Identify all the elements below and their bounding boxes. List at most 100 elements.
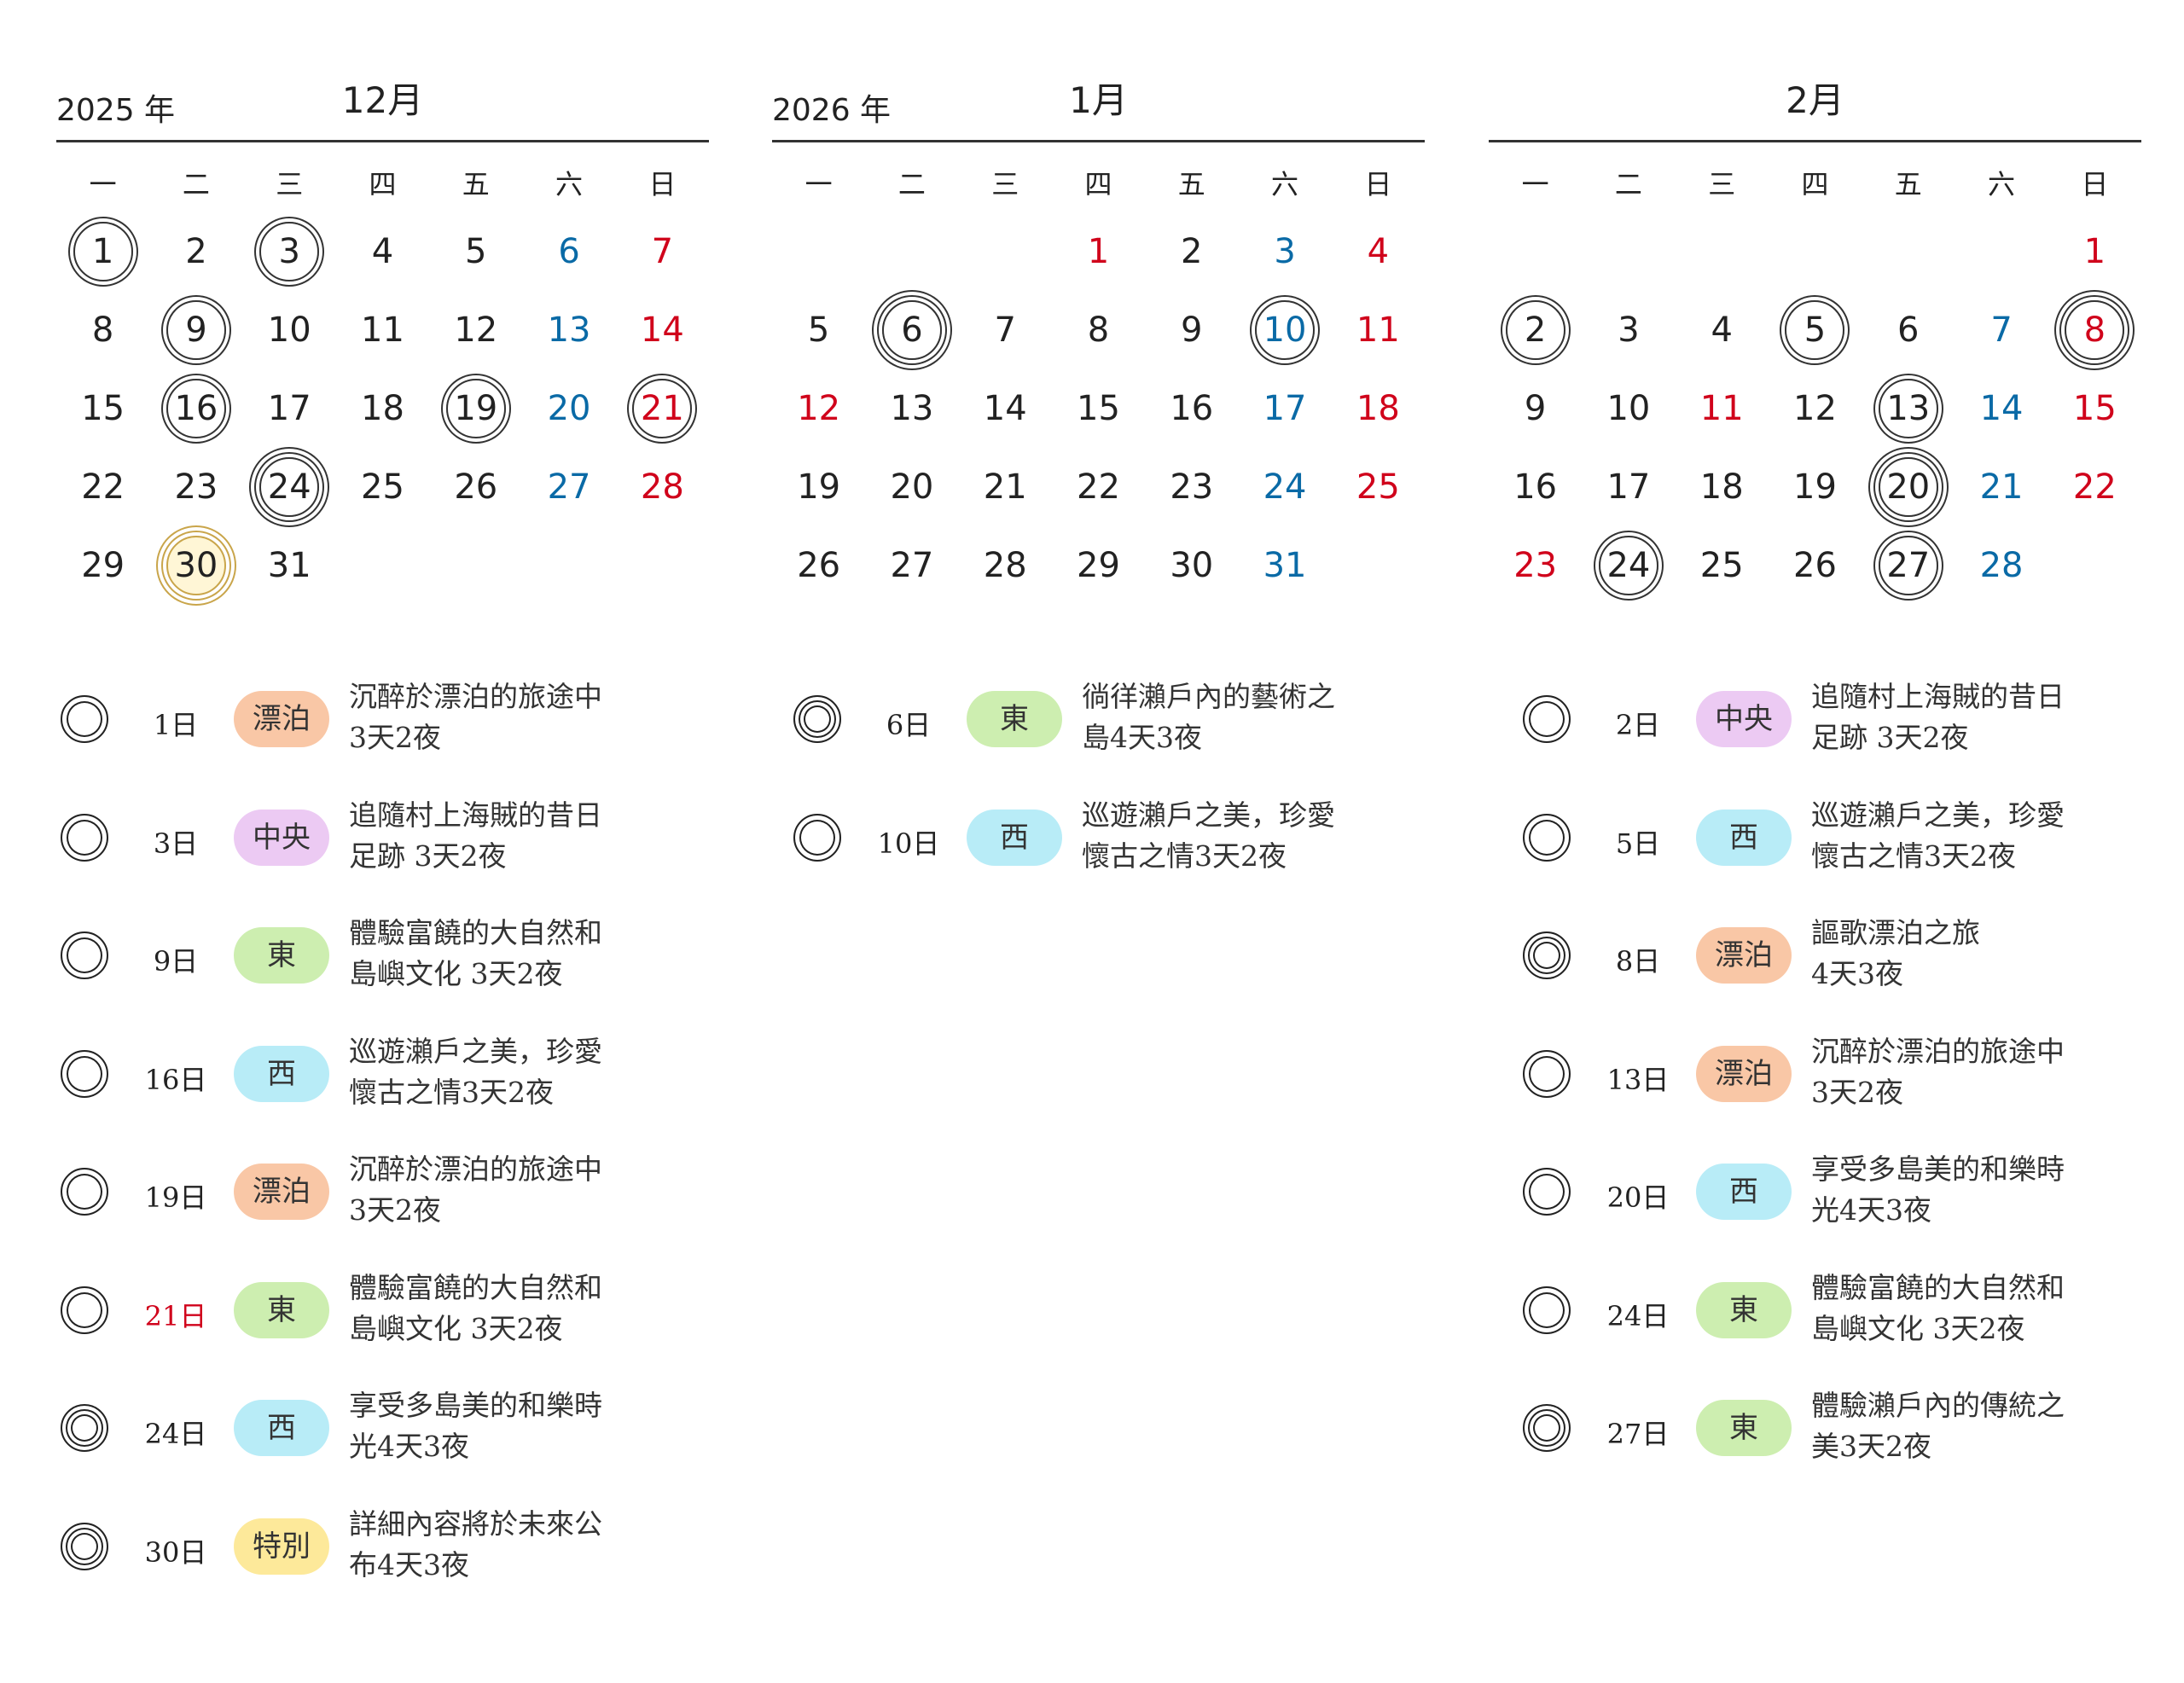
calendar-day[interactable]: 15 [1052, 369, 1145, 448]
calendar-day[interactable]: 1 [56, 212, 149, 291]
calendar-day[interactable]: 28 [616, 448, 709, 526]
calendar-day[interactable]: 27 [522, 448, 615, 526]
calendar-day[interactable]: 23 [1145, 448, 1238, 526]
calendar-day[interactable]: 2 [1145, 212, 1238, 291]
calendar-day[interactable]: 10 [243, 291, 336, 369]
calendar-day[interactable]: 11 [1676, 369, 1769, 448]
calendar-day[interactable]: 22 [1052, 448, 1145, 526]
calendar-day[interactable]: 5 [1769, 291, 1862, 369]
calendar-day[interactable]: 8 [56, 291, 149, 369]
calendar-day[interactable]: 8 [2048, 291, 2141, 369]
calendar-day[interactable]: 23 [1489, 526, 1582, 605]
calendar-day[interactable]: 20 [1862, 448, 1955, 526]
calendar-day[interactable]: 17 [243, 369, 336, 448]
calendar-day[interactable]: 24 [243, 448, 336, 526]
calendar-day[interactable]: 1 [1052, 212, 1145, 291]
calendar-day[interactable]: 28 [959, 526, 1052, 605]
event-item[interactable]: 13日 漂泊 沉醉於漂泊的旅途中 3天2夜 [1519, 1024, 2150, 1143]
calendar-day[interactable]: 17 [1238, 369, 1331, 448]
calendar-day[interactable]: 13 [1862, 369, 1955, 448]
calendar-day[interactable]: 3 [1582, 291, 1675, 369]
calendar-day[interactable]: 21 [616, 369, 709, 448]
calendar-day[interactable]: 4 [1332, 212, 1425, 291]
calendar-day[interactable]: 21 [959, 448, 1052, 526]
calendar-day[interactable]: 5 [429, 212, 522, 291]
event-item[interactable]: 8日 漂泊 謳歌漂泊之旅 4天3夜 [1519, 906, 2150, 1024]
calendar-day[interactable]: 24 [1582, 526, 1675, 605]
calendar-day[interactable]: 9 [1489, 369, 1582, 448]
calendar-day[interactable]: 3 [1238, 212, 1331, 291]
calendar-day[interactable]: 15 [56, 369, 149, 448]
calendar-day[interactable]: 3 [243, 212, 336, 291]
event-item[interactable]: 27日東體驗瀨戶內的傳統之 美3天2夜 [1519, 1378, 2150, 1497]
calendar-day[interactable]: 16 [1489, 448, 1582, 526]
calendar-day[interactable]: 20 [522, 369, 615, 448]
calendar-day[interactable]: 7 [616, 212, 709, 291]
calendar-day[interactable]: 19 [429, 369, 522, 448]
calendar-day[interactable]: 5 [772, 291, 865, 369]
event-item[interactable]: 10日西巡遊瀨戶之美，珍愛 懷古之情3天2夜 [789, 788, 1420, 907]
calendar-day[interactable]: 12 [1769, 369, 1862, 448]
calendar-day[interactable]: 25 [1332, 448, 1425, 526]
event-item[interactable]: 24日東體驗富饒的大自然和 島嶼文化 3天2夜 [1519, 1261, 2150, 1379]
calendar-day[interactable]: 31 [243, 526, 336, 605]
calendar-day[interactable]: 29 [56, 526, 149, 605]
calendar-day[interactable]: 30 [149, 526, 242, 605]
calendar-day[interactable]: 2 [1489, 291, 1582, 369]
event-item[interactable]: 2日 中央 追隨村上海賊的昔日 足跡 3天2夜 [1519, 670, 2150, 788]
calendar-day[interactable]: 14 [959, 369, 1052, 448]
calendar-day[interactable]: 18 [336, 369, 429, 448]
calendar-day[interactable]: 21 [1955, 448, 2048, 526]
event-item[interactable]: 16日西巡遊瀨戶之美，珍愛 懷古之情3天2夜 [56, 1024, 688, 1143]
calendar-day[interactable]: 10 [1238, 291, 1331, 369]
calendar-day[interactable]: 31 [1238, 526, 1331, 605]
calendar-day[interactable]: 4 [336, 212, 429, 291]
calendar-day[interactable]: 9 [1145, 291, 1238, 369]
calendar-day[interactable]: 6 [1862, 291, 1955, 369]
calendar-day[interactable]: 6 [865, 291, 958, 369]
event-item[interactable]: 24日西享受多島美的和樂時 光4天3夜 [56, 1378, 688, 1497]
calendar-day[interactable]: 9 [149, 291, 242, 369]
calendar-day[interactable]: 19 [772, 448, 865, 526]
calendar-day[interactable]: 11 [1332, 291, 1425, 369]
calendar-day[interactable]: 14 [616, 291, 709, 369]
calendar-day[interactable]: 28 [1955, 526, 2048, 605]
calendar-day[interactable]: 12 [429, 291, 522, 369]
calendar-day[interactable]: 17 [1582, 448, 1675, 526]
event-item[interactable]: 6日 東徜徉瀨戶內的藝術之 島4天3夜 [789, 670, 1420, 788]
calendar-day[interactable]: 30 [1145, 526, 1238, 605]
calendar-day[interactable]: 7 [959, 291, 1052, 369]
event-item[interactable]: 20日西享受多島美的和樂時 光4天3夜 [1519, 1142, 2150, 1261]
calendar-day[interactable]: 14 [1955, 369, 2048, 448]
calendar-day[interactable]: 1 [2048, 212, 2141, 291]
calendar-day[interactable]: 19 [1769, 448, 1862, 526]
calendar-day[interactable]: 27 [865, 526, 958, 605]
calendar-day[interactable]: 6 [522, 212, 615, 291]
calendar-day[interactable]: 29 [1052, 526, 1145, 605]
calendar-day[interactable]: 10 [1582, 369, 1675, 448]
calendar-day[interactable]: 27 [1862, 526, 1955, 605]
calendar-day[interactable]: 22 [56, 448, 149, 526]
calendar-day[interactable]: 8 [1052, 291, 1145, 369]
calendar-day[interactable]: 7 [1955, 291, 2048, 369]
calendar-day[interactable]: 11 [336, 291, 429, 369]
calendar-day[interactable]: 13 [522, 291, 615, 369]
event-item[interactable]: 3日 中央 追隨村上海賊的昔日 足跡 3天2夜 [56, 788, 688, 907]
event-item[interactable]: 19日 漂泊 沉醉於漂泊的旅途中 3天2夜 [56, 1142, 688, 1261]
calendar-day[interactable]: 25 [1676, 526, 1769, 605]
event-item[interactable]: 9日 東體驗富饒的大自然和 島嶼文化 3天2夜 [56, 906, 688, 1024]
calendar-day[interactable]: 24 [1238, 448, 1331, 526]
calendar-day[interactable]: 12 [772, 369, 865, 448]
calendar-day[interactable]: 2 [149, 212, 242, 291]
calendar-day[interactable]: 16 [1145, 369, 1238, 448]
calendar-day[interactable]: 18 [1676, 448, 1769, 526]
calendar-day[interactable]: 16 [149, 369, 242, 448]
calendar-day[interactable]: 26 [429, 448, 522, 526]
event-item[interactable]: 21日東體驗富饒的大自然和 島嶼文化 3天2夜 [56, 1261, 688, 1379]
calendar-day[interactable]: 26 [1769, 526, 1862, 605]
calendar-day[interactable]: 26 [772, 526, 865, 605]
calendar-day[interactable]: 22 [2048, 448, 2141, 526]
calendar-day[interactable]: 18 [1332, 369, 1425, 448]
calendar-day[interactable]: 13 [865, 369, 958, 448]
event-item[interactable]: 30日 特別 詳細內容將於未來公 布4天3夜 [56, 1497, 688, 1616]
